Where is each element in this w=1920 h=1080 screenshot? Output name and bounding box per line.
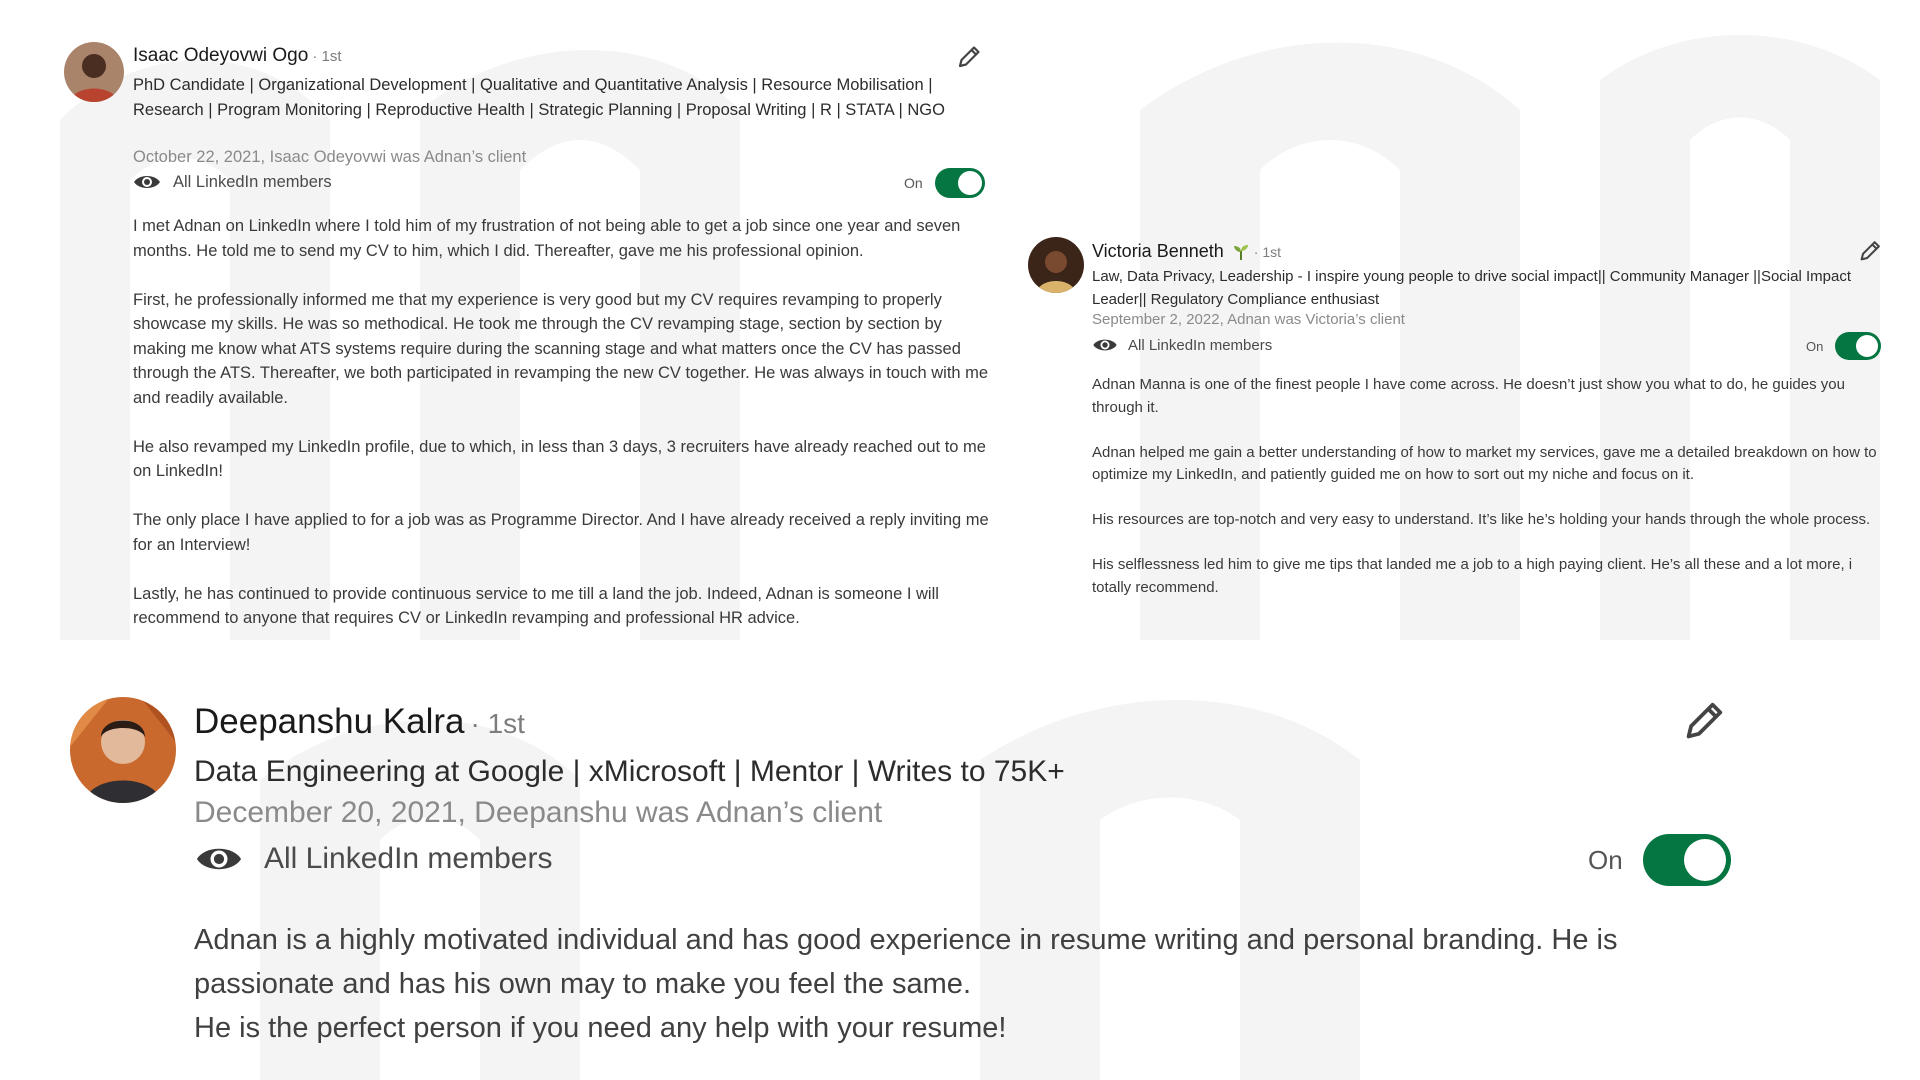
avatar[interactable] (1028, 237, 1084, 293)
toggle-label: On (1588, 844, 1623, 875)
visibility-setting: All LinkedIn members (1092, 336, 1272, 354)
recommendations-collage: Isaac Odeyovwi Ogo · 1st PhD Candidate |… (0, 0, 1920, 1080)
recommendation-text: Adnan is a highly motivated individual a… (194, 918, 1754, 1050)
show-recommendation-toggle-group: On (1588, 834, 1731, 886)
avatar[interactable] (70, 697, 176, 803)
toggle-knob (1856, 335, 1879, 357)
recommendation-paragraph: Adnan Manna is one of the finest people … (1092, 376, 1845, 416)
member-headline: Law, Data Privacy, Leadership - I inspir… (1092, 268, 1851, 308)
recommendation-paragraph: Adnan is a highly motivated individual a… (194, 924, 1618, 1000)
visibility-label: All LinkedIn members (264, 842, 553, 875)
recommendation-paragraph: The only place I have applied to for a j… (133, 511, 989, 554)
relationship-date: October 22, 2021, Isaac Odeyovwi was Adn… (133, 148, 527, 166)
connection-degree: · 1st (312, 48, 342, 65)
relationship-date: September 2, 2022, Adnan was Victoria’s … (1092, 311, 1405, 328)
recommendation-text: I met Adnan on LinkedIn where I told him… (133, 214, 993, 655)
relationship-date: December 20, 2021, Deepanshu was Adnan’s… (194, 796, 883, 829)
eye-icon (134, 176, 160, 188)
sprout-icon (1233, 244, 1248, 260)
visibility-label: All LinkedIn members (1128, 336, 1273, 354)
member-headline: Data Engineering at Google | xMicrosoft … (194, 755, 1065, 788)
recommendation-paragraph: First, he professionally informed me tha… (133, 290, 989, 407)
recommendation-paragraph: Adnan helped me gain a better understand… (1092, 443, 1877, 484)
member-headline: PhD Candidate | Organizational Developme… (133, 76, 945, 119)
connection-degree: · 1st (470, 708, 525, 739)
member-name-line: Victoria Benneth · 1st (1092, 241, 1281, 262)
recommendation-paragraph: He also revamped my LinkedIn profile, du… (133, 437, 986, 481)
visibility-setting: All LinkedIn members (194, 842, 552, 876)
toggle-knob (1683, 839, 1726, 881)
recommendation-paragraph: He is the perfect person if you need any… (194, 1012, 1007, 1044)
recommendation-paragraph: I met Adnan on LinkedIn where I told him… (133, 217, 961, 260)
recommendation-paragraph: His selflessness led him to give me tips… (1092, 556, 1853, 596)
visibility-label: All LinkedIn members (173, 172, 332, 191)
visibility-toggle[interactable] (934, 168, 985, 198)
toggle-label: On (1806, 338, 1824, 354)
connection-degree: · 1st (1253, 244, 1281, 260)
member-name-line: Isaac Odeyovwi Ogo · 1st (133, 45, 342, 67)
member-name[interactable]: Victoria Benneth (1092, 241, 1224, 262)
recommendation-paragraph: His resources are top-notch and very eas… (1092, 511, 1871, 528)
eye-icon (1093, 339, 1117, 351)
member-name[interactable]: Deepanshu Kalra (194, 702, 464, 742)
pencil-icon[interactable] (1680, 697, 1728, 745)
recommendation-text: Adnan Manna is one of the finest people … (1092, 374, 1892, 622)
show-recommendation-toggle-group: On (904, 168, 985, 198)
recommendation-paragraph: Lastly, he has continued to provide cont… (133, 584, 939, 628)
toggle-label: On (904, 175, 923, 191)
avatar[interactable] (64, 42, 124, 102)
member-name-line: Deepanshu Kalra · 1st (194, 702, 525, 742)
toggle-knob (957, 171, 982, 195)
visibility-toggle[interactable] (1642, 834, 1731, 886)
show-recommendation-toggle-group: On (1806, 332, 1882, 360)
member-name[interactable]: Isaac Odeyovwi Ogo (133, 45, 308, 67)
pencil-icon[interactable] (955, 43, 983, 71)
eye-icon (196, 848, 242, 870)
pencil-icon[interactable] (1857, 238, 1883, 264)
visibility-toggle[interactable] (1835, 332, 1882, 360)
visibility-setting: All LinkedIn members (133, 172, 332, 192)
